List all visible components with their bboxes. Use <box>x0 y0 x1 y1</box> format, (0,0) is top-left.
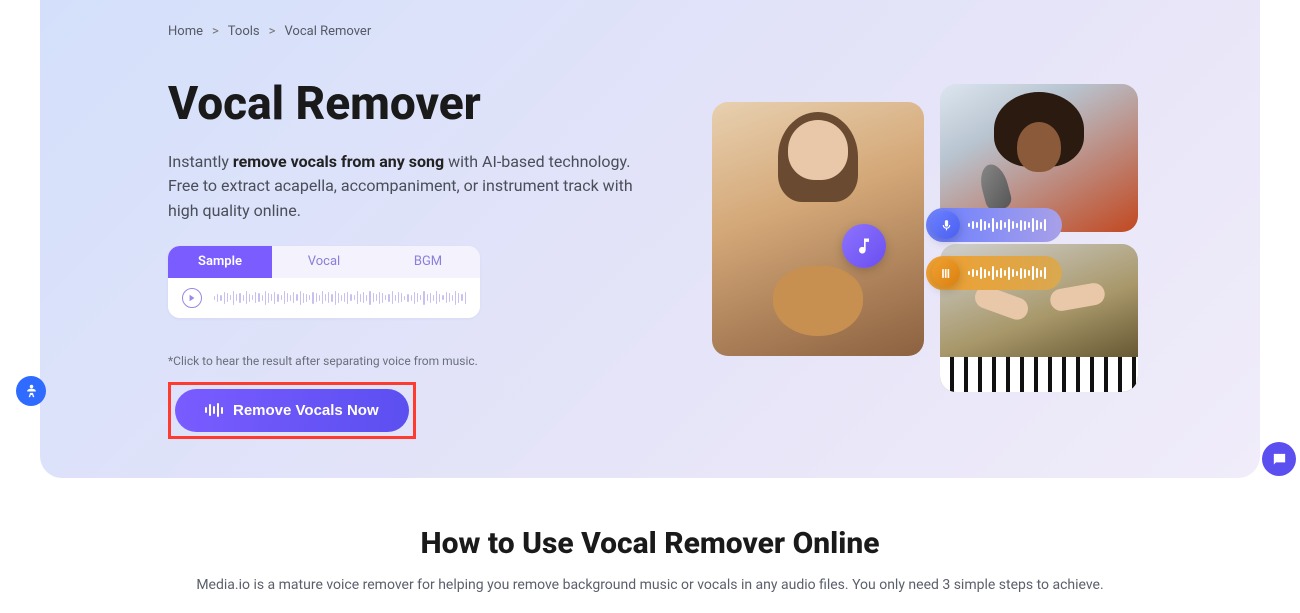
hero-section: Home > Tools > Vocal Remover Vocal Remov… <box>40 0 1260 478</box>
hero-left-column: Vocal Remover Instantly remove vocals fr… <box>168 79 648 439</box>
play-button[interactable] <box>182 288 202 308</box>
microphone-badge <box>932 211 960 239</box>
guitarist-image <box>712 102 924 356</box>
hint-text: *Click to hear the result after separati… <box>168 354 648 368</box>
howto-subtitle: Media.io is a mature voice remover for h… <box>80 577 1220 593</box>
page-title: Vocal Remover <box>168 79 648 130</box>
instrument-pill <box>926 256 1062 290</box>
columns-icon <box>940 267 953 280</box>
instrument-waveform <box>968 266 1046 280</box>
breadcrumb-separator: > <box>212 24 219 39</box>
cta-label: Remove Vocals Now <box>233 402 379 419</box>
vocal-waveform <box>968 218 1046 232</box>
chat-icon <box>1271 451 1288 468</box>
breadcrumb-tools[interactable]: Tools <box>228 24 260 39</box>
preview-tabs: Sample Vocal BGM <box>168 246 480 278</box>
audio-preview-widget: Sample Vocal BGM <box>168 246 480 318</box>
microphone-icon <box>940 219 953 232</box>
accessibility-icon <box>23 383 40 400</box>
tab-bgm[interactable]: BGM <box>376 246 480 278</box>
play-icon <box>188 294 196 302</box>
accessibility-widget-button[interactable] <box>16 376 46 406</box>
breadcrumb: Home > Tools > Vocal Remover <box>168 24 1132 39</box>
howto-title: How to Use Vocal Remover Online <box>80 526 1220 561</box>
waveform-display <box>214 287 466 309</box>
chat-widget-button[interactable] <box>1262 442 1296 476</box>
music-note-icon <box>854 236 874 256</box>
waveform-icon <box>205 403 223 417</box>
tab-sample[interactable]: Sample <box>168 246 272 278</box>
description-bold: remove vocals from any song <box>233 152 444 171</box>
remove-vocals-button[interactable]: Remove Vocals Now <box>175 389 409 432</box>
instrument-badge <box>932 259 960 287</box>
tab-vocal[interactable]: Vocal <box>272 246 376 278</box>
description-prefix: Instantly <box>168 152 233 171</box>
hero-description: Instantly remove vocals from any song wi… <box>168 150 648 224</box>
hero-image-collage <box>712 84 1172 404</box>
music-note-badge <box>842 224 886 268</box>
breadcrumb-home[interactable]: Home <box>168 24 203 39</box>
audio-player-row <box>168 278 480 318</box>
breadcrumb-current: Vocal Remover <box>284 24 371 39</box>
vocal-pill <box>926 208 1062 242</box>
cta-highlight-box: Remove Vocals Now <box>168 382 416 439</box>
howto-section: How to Use Vocal Remover Online Media.io… <box>0 478 1300 613</box>
breadcrumb-separator: > <box>269 24 276 39</box>
